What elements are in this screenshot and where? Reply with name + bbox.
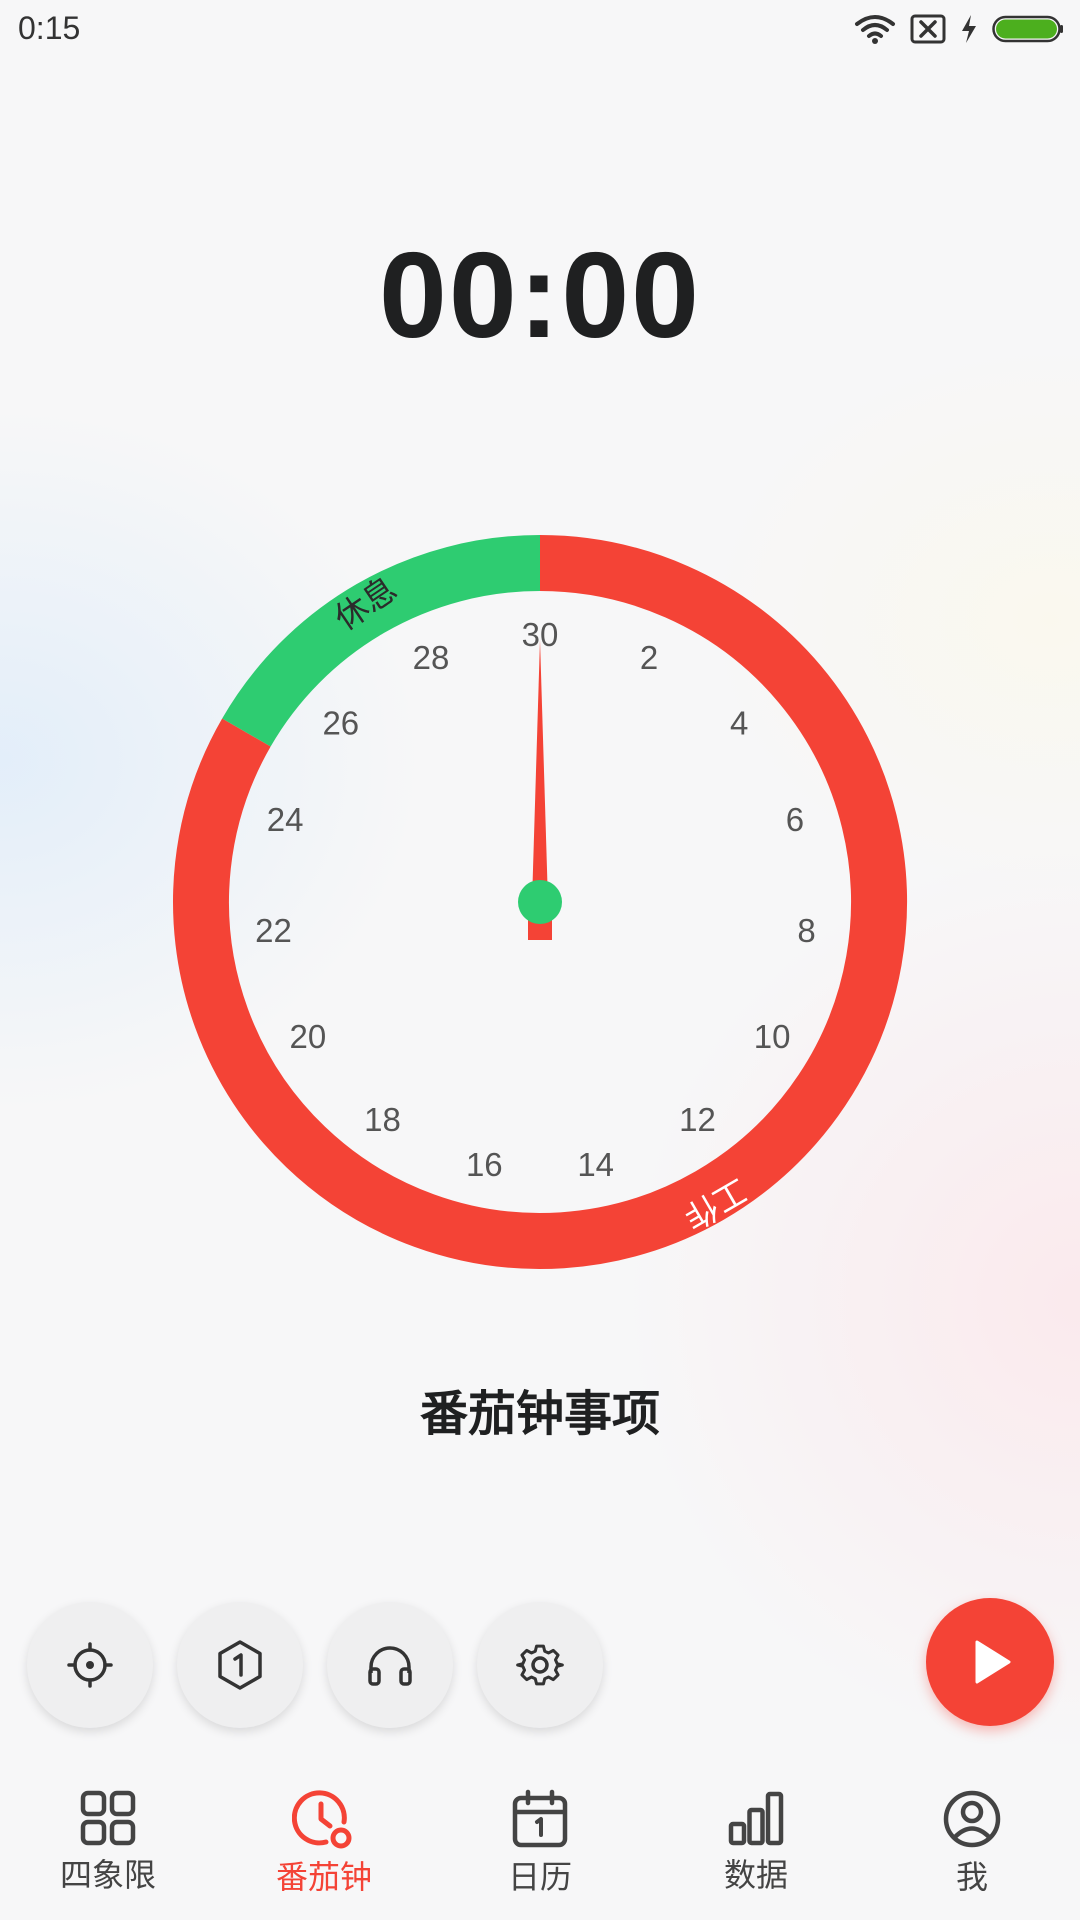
pomodoro-dial: 30246810121416182022242628 休息 工作 <box>173 535 907 1269</box>
nav-item-quadrant[interactable]: 四象限 <box>0 1788 216 1908</box>
clock-hand <box>532 640 548 902</box>
nav-label-pomodoro: 番茄钟 <box>275 1858 372 1896</box>
dial-tick-4: 4 <box>730 705 748 742</box>
dial-tick-12: 12 <box>679 1101 716 1138</box>
dial-tick-8: 8 <box>797 912 815 949</box>
dial-tick-26: 26 <box>322 705 359 742</box>
dial-tick-22: 22 <box>255 912 292 949</box>
nav-item-stats[interactable]: 数据 <box>648 1788 864 1908</box>
dial-tick-2: 2 <box>640 639 658 676</box>
start-button[interactable] <box>926 1598 1054 1726</box>
calendar-icon <box>512 1789 568 1848</box>
play-icon <box>975 1640 1011 1684</box>
count-mode-button[interactable] <box>177 1602 303 1728</box>
settings-button[interactable] <box>477 1602 603 1728</box>
nav-label-me: 我 <box>955 1858 988 1896</box>
focus-mode-button[interactable] <box>27 1602 153 1728</box>
nav-label-stats: 数据 <box>723 1856 788 1894</box>
target-icon <box>67 1642 113 1688</box>
nav-label-quadrant: 四象限 <box>59 1856 156 1894</box>
grid-icon <box>80 1790 136 1846</box>
dial-hub <box>518 880 562 924</box>
gear-icon <box>516 1644 564 1686</box>
dial-tick-20: 20 <box>290 1018 327 1055</box>
nav-item-calendar[interactable]: 日历 <box>432 1788 648 1908</box>
nav-item-pomodoro[interactable]: 番茄钟 <box>216 1788 432 1908</box>
dial-tick-18: 18 <box>364 1101 401 1138</box>
dial-tick-14: 14 <box>577 1146 614 1183</box>
bar-chart-icon <box>728 1791 784 1846</box>
dial-tick-6: 6 <box>786 801 804 838</box>
nav-item-me[interactable]: 我 <box>864 1788 1080 1908</box>
task-title: 番茄钟事项 <box>419 1386 660 1442</box>
profile-icon <box>943 1790 1001 1848</box>
dial-tick-16: 16 <box>466 1146 503 1183</box>
dial-tick-28: 28 <box>413 639 450 676</box>
white-noise-button[interactable] <box>327 1602 453 1728</box>
bottom-nav: 四象限 番茄钟 日历 数据 我 <box>0 1770 1080 1920</box>
nav-label-calendar: 日历 <box>507 1858 572 1896</box>
dial-tick-24: 24 <box>267 801 304 838</box>
dial-tick-10: 10 <box>754 1018 791 1055</box>
clock-icon <box>292 1790 352 1849</box>
headphones-icon <box>368 1646 412 1686</box>
hexagon-one-icon <box>218 1640 262 1690</box>
